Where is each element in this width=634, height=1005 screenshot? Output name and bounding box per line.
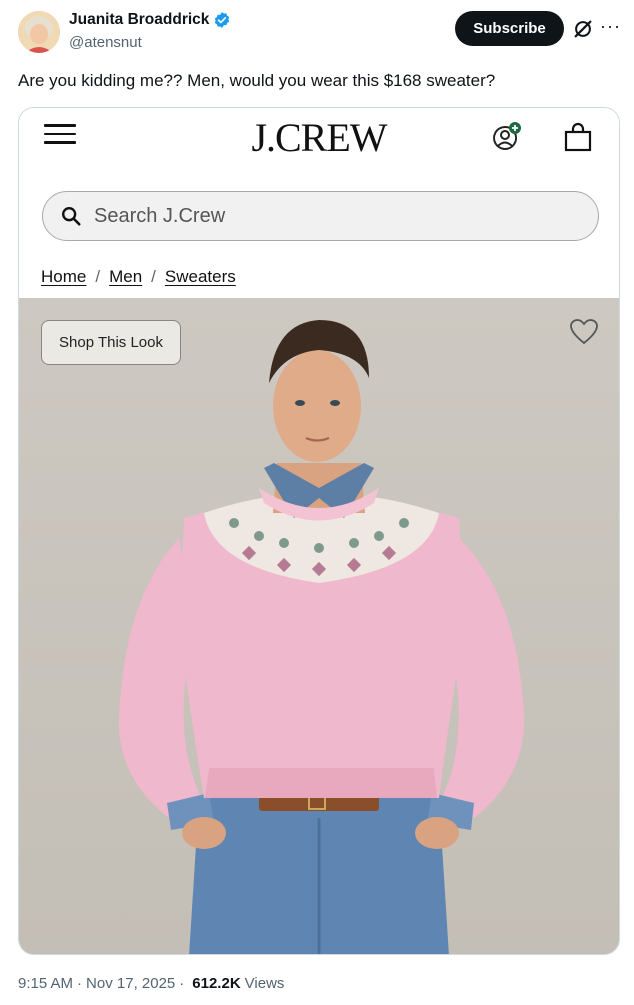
tweet-time[interactable]: 9:15 AM	[18, 975, 73, 992]
jcrew-site-header: J.CREW Search J.Crew Home / Men / Sweate…	[19, 108, 619, 298]
author-name-text[interactable]: Juanita Broaddrick	[69, 11, 209, 29]
breadcrumb-separator: /	[151, 267, 156, 286]
meta-separator: ·	[179, 975, 185, 992]
grok-icon[interactable]	[572, 18, 594, 40]
menu-icon	[44, 124, 76, 144]
jcrew-logo: J.CREW	[251, 115, 387, 160]
subscribe-button[interactable]: Subscribe	[455, 11, 564, 46]
shop-this-look-button: Shop This Look	[41, 320, 181, 365]
tweet-metadata: 9:15 AM · Nov 17, 2025 · 612.2K Views	[18, 975, 284, 992]
search-icon	[62, 207, 81, 226]
views-label: Views	[244, 975, 285, 992]
breadcrumb-men: Men	[109, 267, 143, 286]
meta-separator: ·	[77, 975, 83, 992]
shopping-bag-icon	[564, 122, 592, 152]
author-name[interactable]: Juanita Broaddrick	[69, 11, 231, 29]
tweet-text: Are you kidding me?? Men, would you wear…	[18, 71, 496, 90]
author-avatar[interactable]	[18, 11, 60, 53]
search-placeholder: Search J.Crew	[94, 204, 226, 227]
author-handle[interactable]: @atensnut	[69, 34, 142, 51]
breadcrumb-sweaters: Sweaters	[164, 267, 236, 286]
breadcrumb-home: Home	[41, 267, 87, 286]
tweet-media[interactable]: J.CREW Search J.Crew Home / Men / Sweate…	[18, 107, 620, 955]
tweet-date[interactable]: Nov 17, 2025	[86, 975, 175, 992]
breadcrumb-separator: /	[95, 267, 101, 286]
verified-badge-icon	[215, 12, 230, 28]
more-icon[interactable]: ···	[600, 17, 621, 35]
search-field: Search J.Crew	[42, 191, 599, 241]
heart-icon	[570, 319, 598, 345]
profile-icon	[493, 122, 521, 150]
model-illustration	[19, 298, 619, 954]
product-photo: Shop This Look	[19, 298, 619, 954]
tweet-header: Juanita Broaddrick @atensnut Subscribe ·…	[0, 0, 634, 62]
views-count[interactable]: 612.2K	[192, 975, 240, 992]
breadcrumb: Home / Men / Sweaters	[41, 267, 236, 287]
